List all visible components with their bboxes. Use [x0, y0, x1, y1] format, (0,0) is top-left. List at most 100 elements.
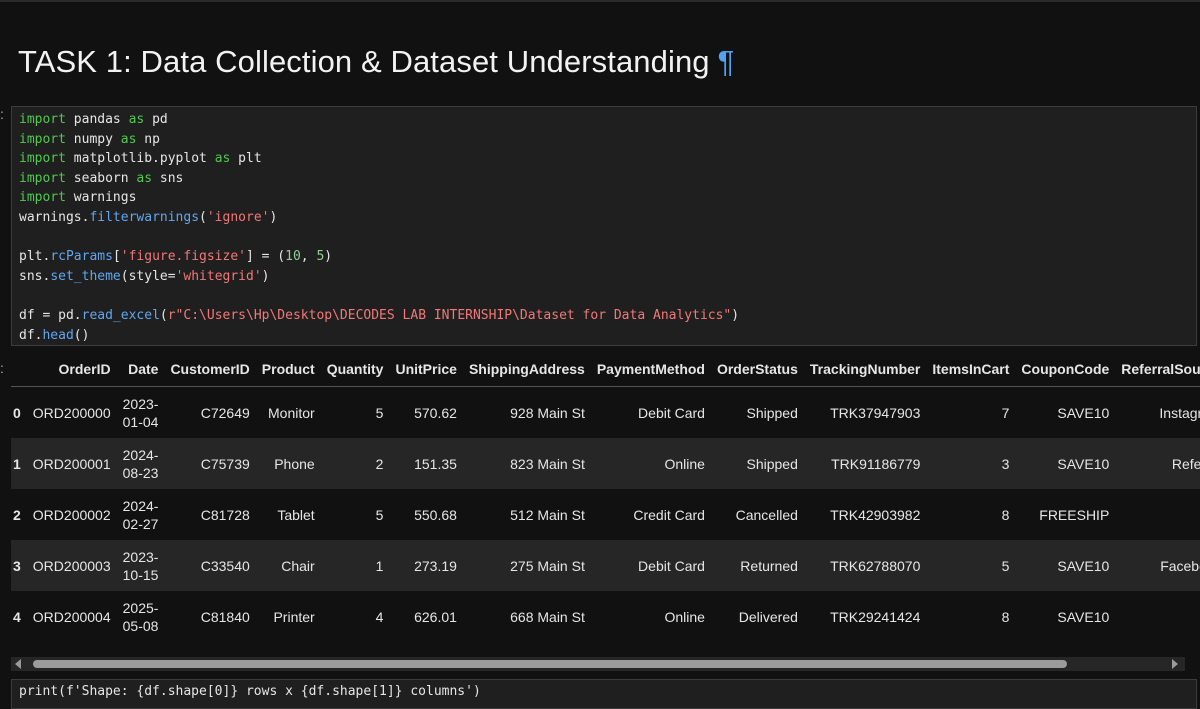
table-cell: 151.35	[414, 455, 457, 472]
table-cell: C81728	[200, 506, 250, 523]
heading-text: TASK 1: Data Collection & Dataset Unders…	[18, 44, 710, 79]
table-row: 1 ORD200001 2024- 08-23 C75739 Phone 2 151.35 82…	[11, 438, 1200, 489]
table-header-row: OrderID Date CustomerID Product Quantity Unit…	[11, 352, 1200, 387]
column-header: PaymentMethod	[590, 352, 711, 387]
table-cell: 2	[375, 455, 384, 472]
table-cell: Monitor	[268, 404, 315, 421]
table-cell: TRK91186779	[831, 455, 921, 472]
table-cell: Returned	[740, 557, 798, 574]
table-cell: 2023- 01-04	[117, 387, 165, 439]
dataframe-table: OrderID Date CustomerID Product Quantity Unit…	[11, 352, 1200, 642]
code-token: np	[136, 131, 160, 147]
code-token: sns	[152, 170, 184, 186]
code-token: import	[19, 170, 66, 186]
table-cell: Cancelled	[735, 506, 798, 523]
date-part: 2024-	[122, 446, 159, 463]
scroll-right-arrow-icon[interactable]	[1172, 659, 1178, 669]
code-token: plt.	[19, 249, 51, 265]
table-cell: SAVE10	[1057, 557, 1110, 574]
scroll-left-arrow-icon[interactable]	[15, 659, 21, 669]
table-cell: ORD200002	[32, 506, 111, 523]
code-token: r"C:\Users\Hp\Desktop\DECODES LAB INTERN…	[167, 307, 732, 323]
table-cell: 570.62	[414, 404, 457, 421]
code-token: warnings.	[19, 209, 90, 225]
table-cell: SAVE10	[1057, 455, 1110, 472]
table-cell: 668 Main St	[510, 608, 585, 625]
code-token: pandas	[65, 112, 129, 127]
table-cell: SAVE10	[1057, 404, 1110, 421]
table-cell: TRK42903982	[830, 506, 921, 523]
table-row: 4 ORD200004 2025- 05-08 C81840 Printer 4 626.01…	[11, 591, 1200, 642]
date-part: 08-23	[122, 464, 159, 481]
table-cell: ORD200004	[32, 608, 111, 625]
table-cell: SAVE10	[1057, 608, 1110, 625]
code-token: import	[19, 131, 66, 147]
table-cell: 8	[1001, 608, 1010, 625]
code-token: 10	[285, 249, 301, 265]
input-prompt-marker: :	[0, 106, 4, 122]
row-index: 3	[13, 557, 21, 574]
table-cell: TRK37947903	[830, 404, 921, 421]
heading-anchor-link[interactable]: ¶	[718, 44, 735, 79]
table-cell: Facebook	[1160, 557, 1200, 574]
code-line: df = pd.read_excel(r"C:\Users\Hp\Desktop…	[19, 306, 1196, 326]
code-token: df.	[19, 327, 43, 343]
code-token: filterwarnings	[89, 209, 200, 225]
next-code-cell[interactable]: print(f'Shape: {df.shape[0]} rows x {df.…	[11, 679, 1197, 709]
column-header: CouponCode	[1015, 352, 1116, 387]
table-cell: 275 Main St	[510, 557, 585, 574]
table-cell: 2023- 10-15	[117, 540, 165, 591]
table-cell: TRK29241424	[830, 608, 921, 625]
table-row: 2 ORD200002 2024- 02-27 C81728 Tablet 5 550.68 5…	[11, 489, 1200, 540]
code-line: import pandas as pd	[19, 110, 1196, 130]
page-title: TASK 1: Data Collection & Dataset Unders…	[18, 44, 734, 88]
code-token: )	[731, 307, 740, 323]
table-cell: 5	[375, 506, 384, 523]
table-cell: TRK62788070	[830, 557, 921, 574]
table-cell: 2024- 02-27	[117, 489, 165, 540]
code-cell[interactable]: import pandas as pd import numpy as np imp…	[11, 106, 1197, 346]
code-token: as	[120, 131, 137, 147]
row-index: 0	[13, 404, 21, 421]
code-token: import	[19, 112, 66, 127]
column-header: ItemsInCart	[926, 352, 1016, 387]
scrollbar-thumb[interactable]	[33, 660, 1067, 668]
column-header: CustomerID	[164, 352, 256, 387]
next-code-line: print(f'Shape: {df.shape[0]} rows x {df.…	[19, 684, 481, 699]
row-index: 1	[13, 455, 21, 472]
code-token: read_excel	[81, 307, 160, 323]
code-token: (style=	[120, 268, 176, 284]
code-line: import numpy as np	[19, 130, 1196, 150]
code-token: ()	[73, 327, 90, 343]
column-header: UnitPrice	[389, 352, 463, 387]
table-cell: 4	[375, 608, 384, 625]
code-token: set_theme	[50, 268, 121, 284]
dataframe-output: OrderID Date CustomerID Product Quantity Unit…	[11, 352, 1200, 657]
code-token: (	[159, 307, 168, 323]
table-cell: Debit Card	[638, 404, 705, 421]
table-cell: Phone	[274, 455, 315, 472]
table-cell: Printer	[273, 608, 315, 625]
column-header: Quantity	[320, 352, 390, 387]
row-index: 4	[13, 608, 21, 625]
table-cell: 823 Main St	[510, 455, 585, 472]
code-line: plt.rcParams['figure.figsize'] = (10, 5)	[19, 247, 1196, 267]
code-token: seaborn	[65, 170, 137, 186]
code-token: plt	[230, 151, 262, 167]
table-row: 0 ORD200000 2023- 01-04 C72649 Monitor 5 570.62…	[11, 387, 1200, 439]
column-header: ReferralSource	[1115, 352, 1200, 387]
column-header: OrderStatus	[710, 352, 804, 387]
table-cell: Online	[664, 608, 705, 625]
horizontal-scrollbar[interactable]	[11, 657, 1185, 671]
code-token: ] = (	[246, 249, 286, 265]
table-cell: ORD200003	[32, 557, 111, 574]
table-cell: Instagram	[1159, 404, 1200, 421]
code-token: as	[136, 170, 153, 186]
code-token: matplotlib.pyplot	[65, 151, 215, 167]
table-cell: Referral	[1171, 455, 1200, 472]
code-line: import matplotlib.pyplot as plt	[19, 149, 1196, 169]
date-part: 01-04	[122, 413, 159, 430]
code-token: 'figure.figsize'	[120, 249, 246, 265]
table-cell: 928 Main St	[510, 404, 585, 421]
